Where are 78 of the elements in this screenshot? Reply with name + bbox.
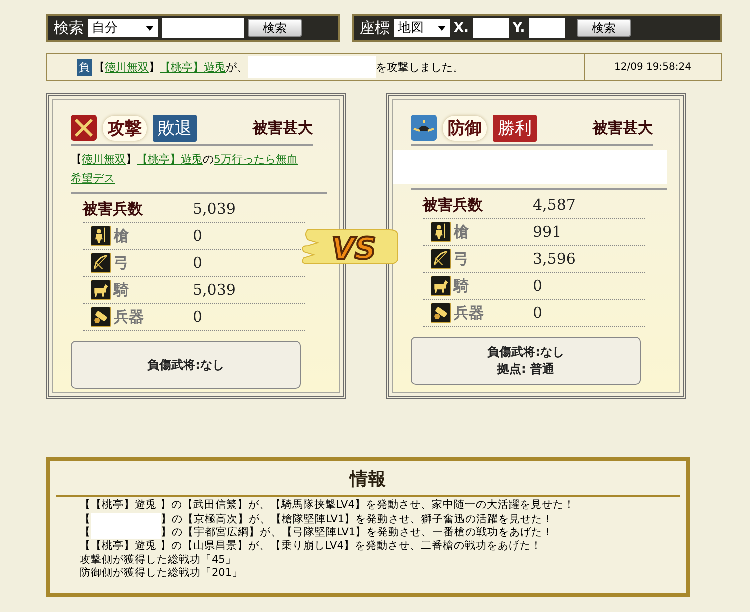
search-button[interactable]: 検索 [248, 19, 302, 37]
message-text: 【 [94, 60, 105, 74]
message-text: が、 [226, 60, 248, 74]
message-text: 【 [71, 152, 82, 168]
message-text: を攻撃しました。 [376, 60, 464, 74]
search-button[interactable]: 検索 [577, 19, 632, 37]
x-label: X. [454, 20, 469, 36]
casualties-label: 被害兵数 [83, 200, 144, 218]
search-label: 検索 [54, 18, 84, 38]
y-field[interactable] [529, 18, 566, 38]
unit-label: 弓 [114, 254, 129, 272]
message-text: 】の【宇都宮広綱】が、【弓隊堅陣LV1】を発動させ、一番槍の戦功をあげた！ [161, 526, 554, 539]
casualties-label: 被害兵数 [423, 196, 484, 214]
message-text: 】 [149, 60, 160, 74]
status-text: 拠点: 普通 [498, 361, 554, 378]
message-text: 【【桃亭】遊兎 】の【山県昌景】が、【乗り崩しLV4】を発動させ、二番槍の戦功をあげた！ [80, 540, 542, 552]
message-text: 【 [80, 526, 91, 539]
damage-level: 被害甚大 [253, 118, 313, 138]
player-link[interactable]: 希望デス [71, 169, 115, 188]
player-link[interactable]: 徳川無双 [105, 60, 149, 74]
unit-value: 0 [533, 304, 543, 322]
message-text: 攻撃側が獲得した総戦功「45」 [80, 554, 236, 566]
redacted-box [91, 512, 161, 526]
unit-label: 騎 [114, 280, 129, 300]
message-text: 【 [80, 512, 91, 525]
redacted-box [91, 526, 161, 540]
casualties-value: 4,587 [533, 196, 576, 214]
message-text: 】 [126, 152, 137, 168]
result-label: 勝利 [493, 114, 537, 142]
search-field[interactable] [162, 18, 244, 38]
unit-label: 兵器 [114, 308, 144, 326]
unit-label: 槍 [114, 226, 129, 246]
unit-value: 0 [193, 254, 203, 272]
status-text: 負傷武将:なし [488, 344, 564, 361]
message-text: 【【桃亭】遊兎 】の【武田信繁】が、【騎馬隊挟撃LV4】を発動させ、家中随一の大活躍を見せた！ [80, 499, 575, 511]
unit-label: 騎 [454, 276, 469, 296]
horse-icon [431, 276, 451, 296]
unit-label: 弓 [454, 250, 469, 268]
cannon-icon [431, 303, 451, 323]
unit-value: 0 [533, 277, 543, 295]
x-field[interactable] [472, 18, 509, 38]
player-link[interactable]: 【桃亭】遊兎 [160, 60, 226, 74]
unit-label: 槍 [454, 222, 469, 242]
coordinate-label: 座標 [360, 18, 390, 38]
unit-value: 991 [533, 223, 562, 241]
caret-icon [146, 26, 154, 30]
horse-icon [91, 280, 111, 300]
bow-icon [431, 249, 451, 269]
caret-icon [438, 26, 446, 30]
player-link[interactable]: 【桃亭】遊兎 [137, 150, 203, 169]
target-select[interactable]: 自分 [88, 19, 158, 37]
unit-value: 0 [193, 308, 203, 326]
status-text: 負傷武将:なし [148, 356, 224, 374]
timestamp: 12/09 19:58:24 [614, 62, 692, 72]
message-text: の [203, 152, 214, 168]
player-link[interactable]: 5万行ったら無血 [214, 150, 298, 169]
bow-icon [91, 253, 111, 273]
unit-value: 5,039 [193, 281, 236, 299]
result-badge: 負 [77, 58, 92, 76]
spearman-icon [431, 222, 451, 242]
casualties-value: 5,039 [193, 200, 236, 218]
unit-value: 3,596 [533, 250, 576, 268]
cannon-icon [91, 307, 111, 327]
helmet-icon [411, 115, 437, 141]
crossed-swords-icon [71, 115, 97, 141]
unit-label: 兵器 [454, 304, 484, 322]
damage-level: 被害甚大 [593, 118, 653, 138]
player-link[interactable]: 徳川無双 [82, 150, 126, 169]
role-label: 防御 [443, 116, 487, 140]
message-text: 】の【京極高次】が、【槍隊堅陣LV1】を発動させ、獅子奮迅の活躍を見せた！ [161, 512, 554, 525]
spearman-icon [91, 226, 111, 246]
y-label: Y. [512, 20, 526, 36]
unit-value: 0 [193, 227, 203, 245]
info-title: 情報 [350, 468, 386, 491]
result-label: 敗退 [153, 114, 197, 142]
role-label: 攻撃 [103, 116, 147, 140]
message-text: 防御側が獲得した総戦功「201」 [80, 567, 244, 580]
map-select[interactable]: 地図 [394, 19, 450, 37]
